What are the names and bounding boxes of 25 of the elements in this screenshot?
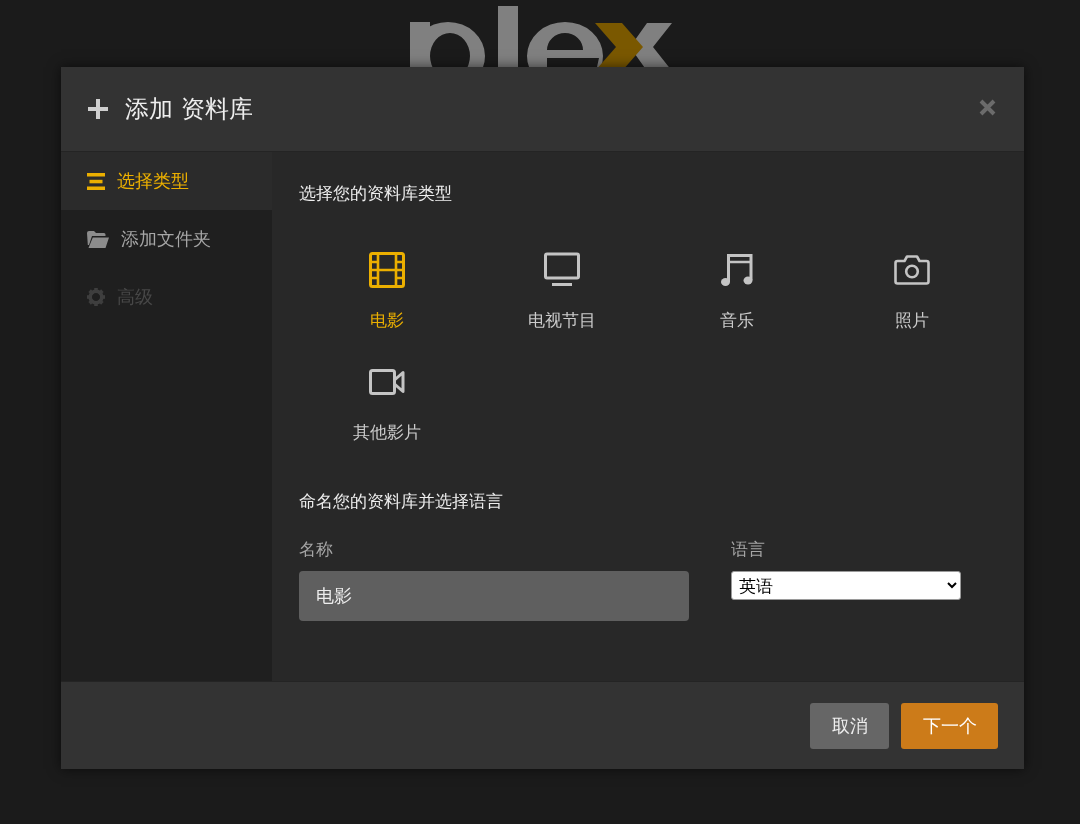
library-type-option[interactable]: 照片 xyxy=(824,252,999,332)
film-icon xyxy=(368,252,405,288)
field-label: 语言 xyxy=(731,538,765,560)
library-type-option[interactable]: 其他影片 xyxy=(299,364,474,444)
library-type-option[interactable]: 音乐 xyxy=(649,252,824,332)
sidebar-item[interactable]: 选择类型 xyxy=(61,152,272,210)
list-icon xyxy=(87,172,105,190)
monitor-icon xyxy=(543,252,580,288)
plus-icon xyxy=(88,99,108,119)
close-icon xyxy=(979,98,996,116)
field-label: 名称 xyxy=(299,538,333,560)
name-field[interactable]: 电影 xyxy=(299,571,689,621)
gear-icon xyxy=(87,288,105,306)
music-note-icon xyxy=(718,252,755,288)
library-type-option[interactable]: 电视节目 xyxy=(474,252,649,332)
cancel-button[interactable]: 取消 xyxy=(810,702,889,749)
library-type-option[interactable]: 电影 xyxy=(299,252,474,332)
folder-icon xyxy=(87,230,109,248)
language-select[interactable]: 英语 xyxy=(731,571,961,600)
sidebar-item[interactable]: 添加文件夹 xyxy=(61,210,272,268)
section-heading: 命名您的资料库并选择语言 xyxy=(299,490,504,512)
dialog-title: 添加 资料库 xyxy=(125,94,253,125)
close-button[interactable] xyxy=(979,98,996,116)
camera-icon xyxy=(893,252,930,288)
section-heading: 选择您的资料库类型 xyxy=(299,182,453,204)
